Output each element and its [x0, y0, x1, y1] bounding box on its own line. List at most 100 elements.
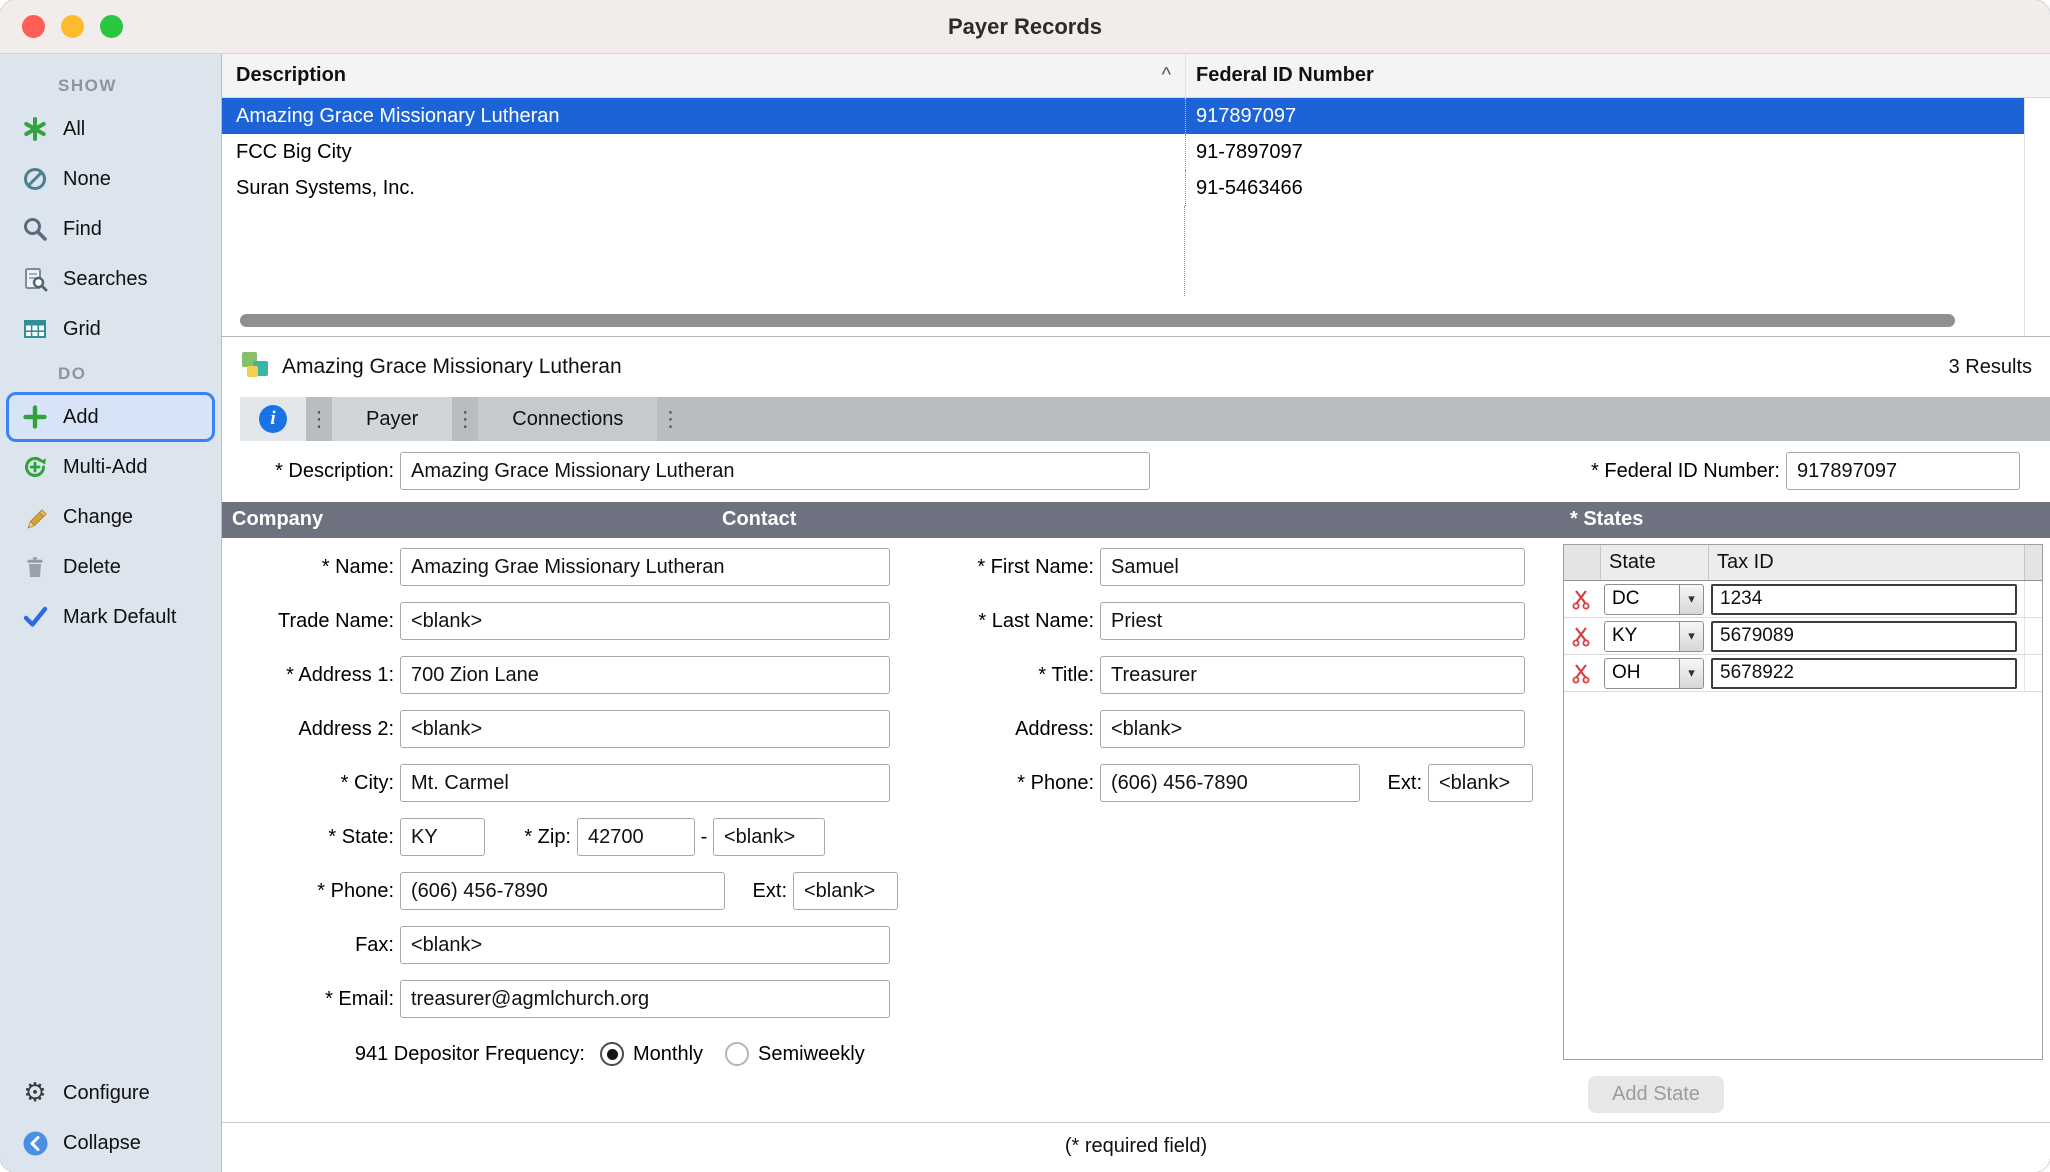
cell-federal-id: 91-7897097	[1185, 134, 2050, 170]
payer-list-header: Description ^ Federal ID Number	[222, 54, 2050, 98]
payer-list: Description ^ Federal ID Number Amazing …	[222, 54, 2050, 337]
zip4-input[interactable]	[713, 818, 825, 856]
sidebar: SHOW All None	[0, 54, 222, 1172]
column-header-federal-id[interactable]: Federal ID Number	[1185, 54, 2050, 97]
last-name-label: * Last Name:	[922, 610, 1094, 633]
sidebar-do-header: DO	[0, 354, 221, 392]
email-label: * Email:	[222, 988, 394, 1011]
payer-form: * Description: * Federal ID Number: Comp…	[222, 441, 2050, 1172]
pencil-icon	[20, 502, 50, 532]
collapse-icon	[20, 1128, 50, 1158]
fax-input[interactable]	[400, 926, 890, 964]
last-name-input[interactable]	[1100, 602, 1525, 640]
plus-icon	[20, 402, 50, 432]
radio-semiweekly[interactable]	[725, 1042, 749, 1066]
tax-id-input[interactable]	[1711, 621, 2017, 652]
sidebar-item-delete[interactable]: Delete	[0, 542, 221, 592]
company-name-input[interactable]	[400, 548, 890, 586]
city-label: * City:	[222, 772, 394, 795]
tab-payer[interactable]: Payer	[332, 397, 452, 441]
section-company: Company	[232, 508, 323, 531]
close-window-button[interactable]	[22, 15, 45, 38]
trade-name-input[interactable]	[400, 602, 890, 640]
horizontal-scrollbar[interactable]	[240, 314, 1955, 327]
table-row[interactable]: Amazing Grace Missionary Lutheran 917897…	[222, 98, 2050, 134]
info-icon: i	[259, 405, 287, 433]
column-header-description[interactable]: Description ^	[222, 54, 1185, 97]
description-label: * Description:	[222, 460, 394, 483]
sidebar-item-mark-default[interactable]: Mark Default	[0, 592, 221, 642]
chevron-down-icon: ▾	[1679, 585, 1703, 614]
info-button[interactable]: i	[240, 397, 306, 441]
sidebar-item-add[interactable]: Add	[6, 392, 215, 442]
contact-ext-input[interactable]	[1428, 764, 1533, 802]
add-state-button[interactable]: Add State	[1588, 1076, 1724, 1113]
title-input[interactable]	[1100, 656, 1525, 694]
sidebar-item-none[interactable]: None	[0, 154, 221, 204]
chevron-down-icon: ▾	[1679, 659, 1703, 688]
tax-id-input[interactable]	[1711, 658, 2017, 689]
sidebar-item-all[interactable]: All	[0, 104, 221, 154]
description-input[interactable]	[400, 452, 1150, 490]
city-input[interactable]	[400, 764, 890, 802]
sidebar-item-change[interactable]: Change	[0, 492, 221, 542]
tab-bar: i ⋮ Payer ⋮ Connections ⋮	[240, 397, 2050, 441]
federal-id-input[interactable]	[1786, 452, 2020, 490]
sidebar-item-label: All	[63, 118, 85, 141]
sidebar-item-label: Searches	[63, 268, 148, 291]
delete-state-button[interactable]	[1564, 588, 1600, 610]
zip-separator: -	[695, 826, 713, 849]
tax-id-input[interactable]	[1711, 584, 2017, 615]
sidebar-item-configure[interactable]: ⚙ Configure	[0, 1068, 221, 1118]
record-header-left: Amazing Grace Missionary Lutheran	[240, 350, 1937, 385]
sidebar-show-header: SHOW	[0, 66, 221, 104]
email-input[interactable]	[400, 980, 890, 1018]
first-name-input[interactable]	[1100, 548, 1525, 586]
tab-separator-icon: ⋮	[452, 397, 478, 441]
state-select[interactable]: OH ▾	[1604, 658, 1704, 689]
section-contact: Contact	[722, 508, 796, 531]
trash-icon	[20, 552, 50, 582]
sidebar-item-grid[interactable]: Grid	[0, 304, 221, 354]
minimize-window-button[interactable]	[61, 15, 84, 38]
sidebar-bottom: ⚙ Configure Collapse	[0, 1068, 221, 1172]
magnifier-icon	[20, 214, 50, 244]
checkmark-icon	[20, 602, 50, 632]
company-ext-input[interactable]	[793, 872, 898, 910]
trade-name-label: Trade Name:	[222, 610, 394, 633]
delete-state-button[interactable]	[1564, 625, 1600, 647]
sidebar-item-collapse[interactable]: Collapse	[0, 1118, 221, 1168]
sidebar-item-label: Find	[63, 218, 102, 241]
state-input[interactable]	[400, 818, 485, 856]
radio-monthly[interactable]	[600, 1042, 624, 1066]
slash-circle-icon	[20, 164, 50, 194]
contact-address-input[interactable]	[1100, 710, 1525, 748]
main-area: Description ^ Federal ID Number Amazing …	[222, 54, 2050, 1172]
state-select[interactable]: DC ▾	[1604, 584, 1704, 615]
sidebar-item-label: Grid	[63, 318, 101, 341]
address2-label: Address 2:	[222, 718, 394, 741]
table-row[interactable]: Suran Systems, Inc. 91-5463466	[222, 170, 2050, 206]
sidebar-item-label: Mark Default	[63, 606, 176, 629]
vertical-scrollbar-track[interactable]	[2024, 98, 2050, 336]
zoom-window-button[interactable]	[100, 15, 123, 38]
zip-input[interactable]	[577, 818, 695, 856]
delete-state-button[interactable]	[1564, 662, 1600, 684]
tab-connections[interactable]: Connections	[478, 397, 657, 441]
company-phone-input[interactable]	[400, 872, 725, 910]
address2-input[interactable]	[400, 710, 890, 748]
states-table: State Tax ID	[1563, 544, 2043, 1060]
fax-label: Fax:	[222, 934, 394, 957]
asterisk-icon	[20, 114, 50, 144]
table-row[interactable]: FCC Big City 91-7897097	[222, 134, 2050, 170]
state-select[interactable]: KY ▾	[1604, 621, 1704, 652]
sidebar-item-searches[interactable]: Searches	[0, 254, 221, 304]
address1-input[interactable]	[400, 656, 890, 694]
table-row: DC ▾	[1564, 581, 2042, 618]
sidebar-item-find[interactable]: Find	[0, 204, 221, 254]
tab-bar-filler	[683, 397, 2050, 441]
sidebar-item-multi-add[interactable]: Multi-Add	[0, 442, 221, 492]
contact-phone-input[interactable]	[1100, 764, 1360, 802]
footer-divider	[222, 1122, 2050, 1123]
sidebar-item-label: Change	[63, 506, 133, 529]
